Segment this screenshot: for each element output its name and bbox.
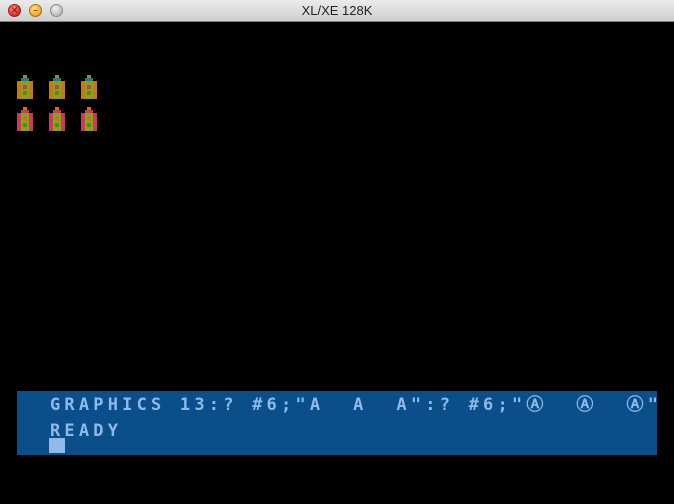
sprite-a-inverse xyxy=(17,107,33,131)
window-title: XL/XE 128K xyxy=(301,3,373,18)
command-line: GRAPHICS 13:? #6;"A A A":? #6;"Ⓐ Ⓐ Ⓐ" xyxy=(50,395,663,415)
emulator-window: × – XL/XE 128K GRAPHICS 13:? #6;"A A A":… xyxy=(0,0,674,504)
sprite-a-inverse xyxy=(81,107,97,131)
sprite-a xyxy=(81,75,97,99)
title-bar[interactable]: × – XL/XE 128K xyxy=(0,0,674,22)
sprite-a xyxy=(17,75,33,99)
sprite-a-inverse xyxy=(49,107,65,131)
sprite-a xyxy=(49,75,65,99)
text-cursor xyxy=(49,438,65,453)
text-window[interactable]: GRAPHICS 13:? #6;"A A A":? #6;"Ⓐ Ⓐ Ⓐ" RE… xyxy=(17,391,658,455)
